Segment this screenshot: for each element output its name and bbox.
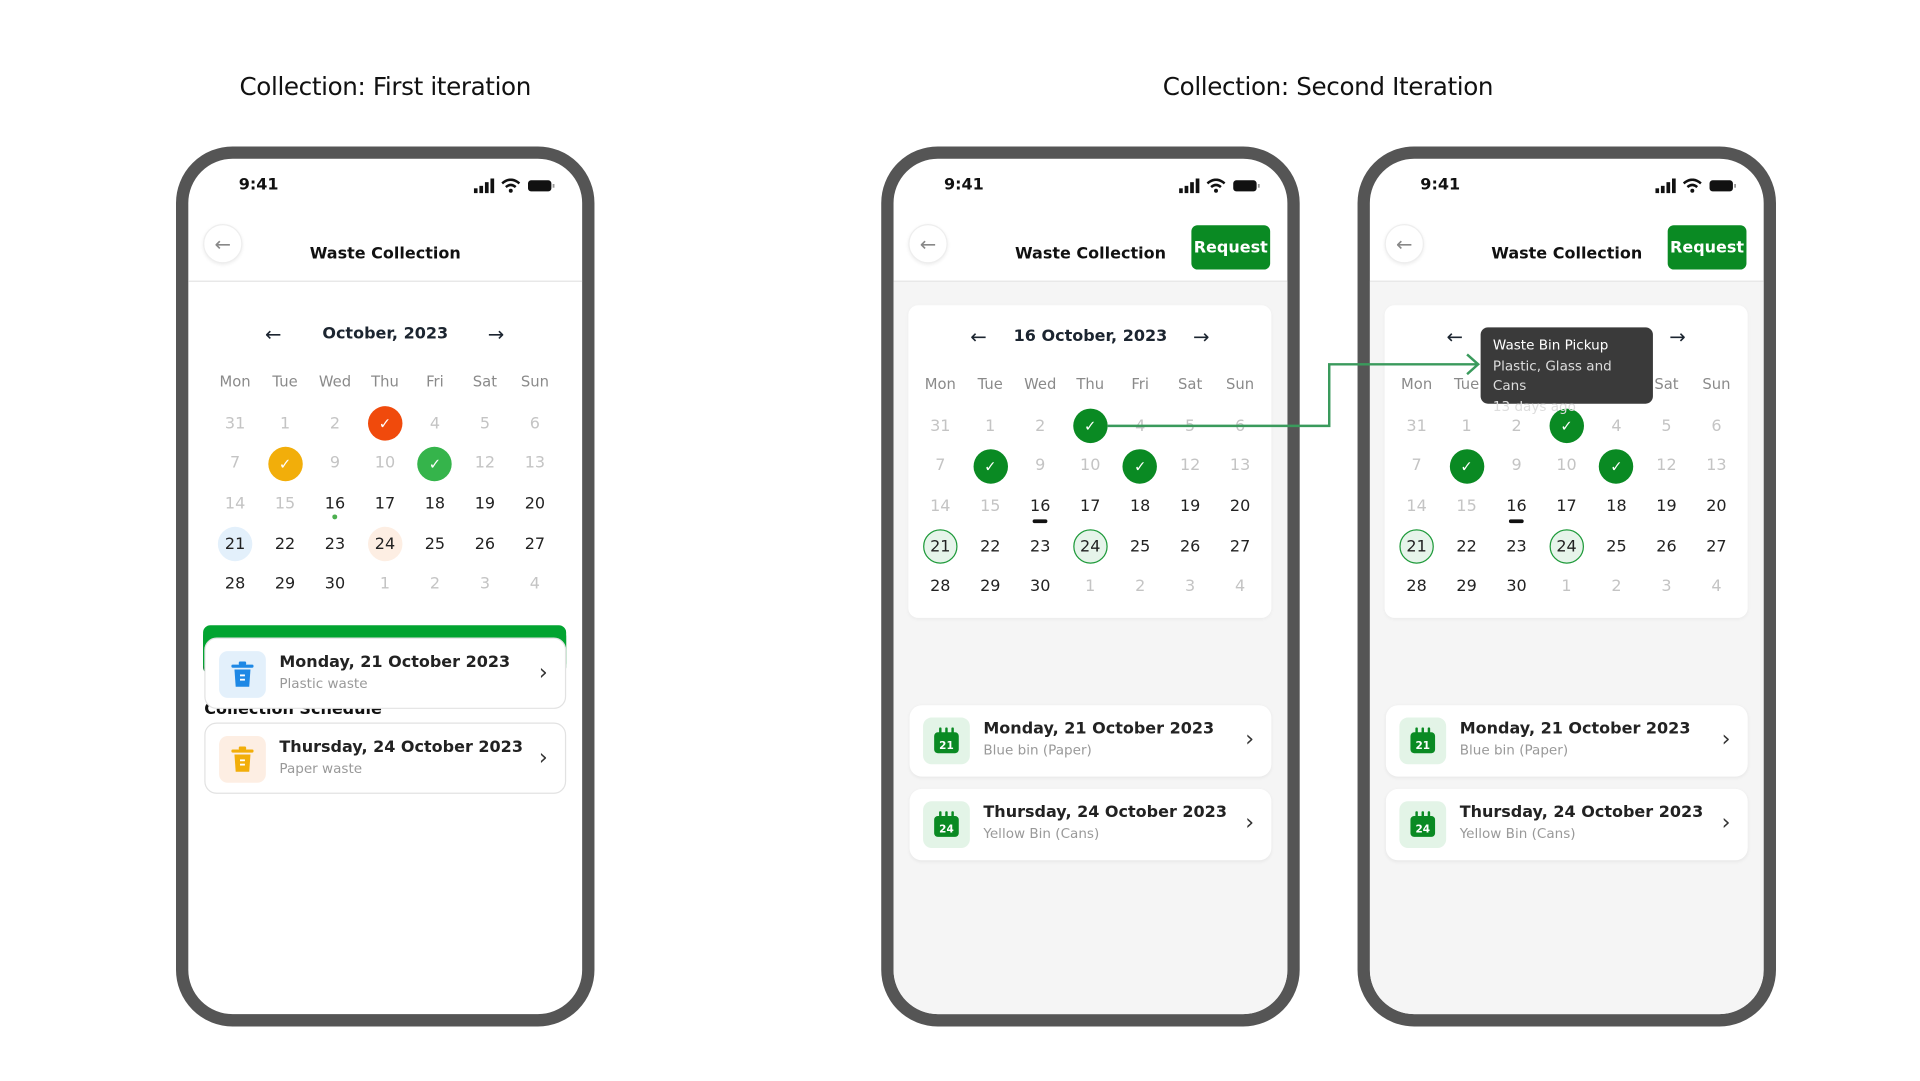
connector-arrow [1107, 353, 1481, 428]
tooltip: Waste Bin Pickup Plastic, Glass and Cans… [1480, 327, 1653, 414]
tooltip-title: Waste Bin Pickup [1492, 337, 1609, 354]
tooltip-subtitle: Plastic, Glass and Cans [1492, 357, 1612, 394]
canvas: Collection: First iteration Collection: … [0, 0, 1920, 1081]
tooltip-time: 13 days ago [1492, 398, 1576, 415]
